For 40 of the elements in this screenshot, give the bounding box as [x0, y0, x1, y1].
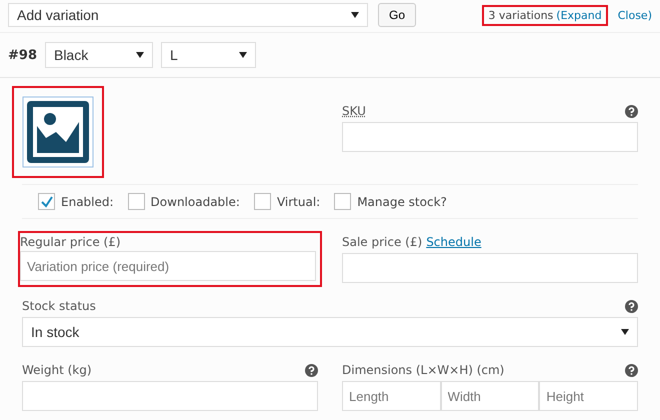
option-label: Downloadable:: [150, 194, 240, 208]
checkbox[interactable]: [254, 193, 271, 210]
dimension-field[interactable]: Width: [440, 381, 540, 411]
dimensions-label: Dimensions (L×W×H) (cm): [342, 363, 504, 377]
add-variation-select[interactable]: Add variation: [8, 3, 368, 27]
help-icon[interactable]: [625, 364, 638, 376]
option-label: Virtual:: [276, 194, 320, 208]
checkbox[interactable]: [334, 193, 352, 210]
weight-field[interactable]: [22, 381, 318, 411]
schedule-link[interactable]: Schedule: [426, 235, 482, 249]
sku-field[interactable]: [342, 122, 638, 152]
help-icon[interactable]: [625, 300, 638, 312]
regular-price-field[interactable]: Variation price (required): [20, 251, 316, 281]
option-label: Enabled:: [61, 194, 114, 208]
regular-price-label: Regular price (£): [20, 235, 122, 249]
image-placeholder-icon[interactable]: [22, 96, 94, 168]
help-icon[interactable]: [625, 104, 638, 118]
attribute-select[interactable]: L: [160, 42, 256, 68]
weight-label: Weight (kg): [22, 363, 92, 377]
caret-icon: [621, 329, 629, 335]
sale-price-label: Sale price (£): [342, 235, 422, 249]
caret-icon: [351, 12, 359, 18]
dimension-field[interactable]: Length: [342, 381, 441, 411]
caret-icon: [136, 52, 144, 58]
checkbox[interactable]: [128, 193, 145, 210]
option-label: Manage stock?: [357, 194, 447, 208]
caret-icon: [238, 52, 247, 58]
checkbox[interactable]: [38, 193, 55, 210]
help-icon[interactable]: [305, 364, 318, 376]
attribute-select[interactable]: Black: [44, 42, 153, 68]
sku-label: SKU: [342, 104, 366, 118]
stock-status-label: Stock status: [22, 299, 96, 313]
variation-count: 3 variations: [488, 8, 554, 22]
sale-price-field[interactable]: [342, 253, 638, 283]
go-button[interactable]: Go: [378, 3, 416, 27]
stock-status-select[interactable]: In stock: [22, 317, 638, 347]
close-link[interactable]: Close): [618, 8, 652, 22]
variation-number: #98: [8, 48, 37, 62]
expand-link[interactable]: (Expand: [556, 8, 602, 22]
dimension-field[interactable]: Height: [539, 381, 638, 411]
